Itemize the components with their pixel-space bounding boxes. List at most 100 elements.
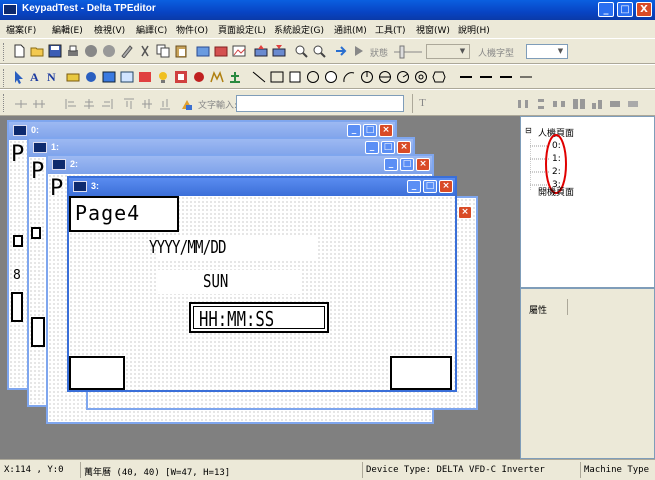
cut-icon[interactable] (138, 44, 152, 58)
menu-communication[interactable]: 通訊(M) (334, 23, 367, 36)
minimize-button[interactable]: _ (598, 2, 614, 17)
copy-icon[interactable] (156, 44, 170, 58)
line-tool-icon[interactable] (252, 70, 266, 84)
menu-edit[interactable]: 編輯(E) (52, 23, 83, 36)
image-icon[interactable] (232, 44, 246, 58)
ungroup-icon[interactable] (590, 97, 604, 111)
undo-icon[interactable] (196, 44, 210, 58)
sector-tool-icon[interactable] (396, 70, 410, 84)
rectangle-tool-icon[interactable] (270, 70, 284, 84)
maximize-button[interactable]: □ (400, 158, 414, 171)
minimize-button[interactable]: _ (365, 141, 379, 154)
state-select[interactable]: ▼ (426, 44, 470, 59)
zoom-out-icon[interactable] (312, 44, 326, 58)
distribute-h-icon[interactable] (516, 97, 530, 111)
align-right-icon[interactable] (100, 97, 114, 111)
align-bottom-icon[interactable] (158, 97, 172, 111)
run-icon[interactable] (334, 44, 348, 58)
chord-tool-icon[interactable] (378, 70, 392, 84)
upload-icon[interactable] (102, 44, 116, 58)
key-button-right[interactable] (390, 356, 452, 390)
paste-icon[interactable] (174, 44, 188, 58)
polygon-tool-icon[interactable] (432, 70, 446, 84)
frame-icon[interactable] (174, 70, 188, 84)
graph-icon[interactable] (228, 70, 242, 84)
maximize-button[interactable]: □ (423, 180, 437, 193)
indicator-icon[interactable] (84, 70, 98, 84)
arc-tool-icon[interactable] (342, 70, 356, 84)
key-button-left[interactable] (69, 356, 125, 390)
maximize-button[interactable]: □ (363, 124, 377, 137)
go-icon[interactable] (352, 44, 366, 58)
menu-page-settings[interactable]: 頁面設定(L) (218, 23, 266, 36)
save-icon[interactable] (48, 44, 62, 58)
align-horizontal-icon[interactable] (14, 97, 28, 111)
button-object-icon[interactable] (66, 70, 80, 84)
bulb-icon[interactable] (156, 70, 170, 84)
page-title-frame[interactable]: Page4 (69, 196, 179, 232)
print-icon[interactable] (66, 44, 80, 58)
text-style-button[interactable]: T (412, 94, 432, 113)
page-window-2-titlebar[interactable]: 2: _ □ × (48, 156, 432, 174)
line-style-icon[interactable] (458, 70, 538, 84)
close-button[interactable]: × (416, 158, 430, 171)
menu-compile[interactable]: 編譯(C) (136, 23, 167, 36)
alarm-icon[interactable] (210, 70, 224, 84)
text-object-label[interactable]: A N (30, 70, 59, 85)
pie-tool-icon[interactable] (360, 70, 374, 84)
group-icon[interactable] (572, 97, 586, 111)
zoom-in-icon[interactable] (294, 44, 308, 58)
page-window-3-titlebar[interactable]: 3: _ □ × (69, 178, 455, 196)
redo-icon[interactable] (214, 44, 228, 58)
minimize-button[interactable]: _ (384, 158, 398, 171)
minimize-button[interactable]: _ (347, 124, 361, 137)
page-canvas-3[interactable]: Page4 YYYY/MM/DD SUN HH:MM:SS (69, 196, 455, 390)
select-pointer-icon[interactable] (12, 70, 26, 84)
menu-help[interactable]: 說明(H) (458, 23, 490, 36)
align-middle-icon[interactable] (140, 97, 154, 111)
maximize-button[interactable]: □ (381, 141, 395, 154)
open-folder-icon[interactable] (30, 44, 44, 58)
align-top-icon[interactable] (122, 97, 136, 111)
align-left-icon[interactable] (64, 97, 78, 111)
download-icon[interactable] (84, 44, 98, 58)
distribute-v-icon[interactable] (534, 97, 548, 111)
toolbar-gripper[interactable] (3, 94, 6, 112)
align-vertical-icon[interactable] (32, 97, 46, 111)
ellipse-tool-icon[interactable] (324, 70, 338, 84)
close-button[interactable]: X (636, 2, 652, 17)
donut-tool-icon[interactable] (414, 70, 428, 84)
menu-window[interactable]: 視窗(W) (416, 23, 450, 36)
weekday-display[interactable]: SUN (157, 270, 302, 294)
close-button[interactable]: × (439, 180, 453, 193)
chart-icon[interactable] (138, 70, 152, 84)
menu-system-settings[interactable]: 系統設定(G) (274, 23, 324, 36)
toolbar-gripper[interactable] (3, 43, 6, 61)
menu-view[interactable]: 檢視(V) (94, 23, 125, 36)
menu-tools[interactable]: 工具(T) (375, 23, 406, 36)
space-h-icon[interactable] (552, 97, 566, 111)
order-icon[interactable] (608, 97, 622, 111)
tree-startup-item[interactable]: 開機頁面 (538, 185, 574, 198)
state-slider[interactable] (394, 45, 422, 59)
bar-graph-icon[interactable] (120, 70, 134, 84)
align-center-icon[interactable] (82, 97, 96, 111)
same-size-icon[interactable] (180, 97, 194, 111)
circle-tool-icon[interactable] (306, 70, 320, 84)
close-button[interactable]: × (379, 124, 393, 137)
close-button[interactable]: × (397, 141, 411, 154)
tree-collapse-icon[interactable]: ⊟ (525, 126, 532, 135)
minimize-button[interactable]: _ (407, 180, 421, 193)
font-select[interactable]: ▼ (526, 44, 568, 59)
filled-rect-tool-icon[interactable] (288, 70, 302, 84)
record-icon[interactable] (192, 70, 206, 84)
close-button[interactable]: × (458, 206, 472, 219)
date-display[interactable]: YYYY/MM/DD (149, 236, 317, 260)
pen-icon[interactable] (120, 44, 134, 58)
text-input-field[interactable] (236, 95, 404, 112)
time-display[interactable]: HH:MM:SS (189, 302, 329, 333)
menu-object[interactable]: 物件(O) (176, 23, 208, 36)
upload-hmi-icon[interactable] (254, 44, 268, 58)
meter-icon[interactable] (102, 70, 116, 84)
maximize-button[interactable]: □ (617, 2, 633, 17)
